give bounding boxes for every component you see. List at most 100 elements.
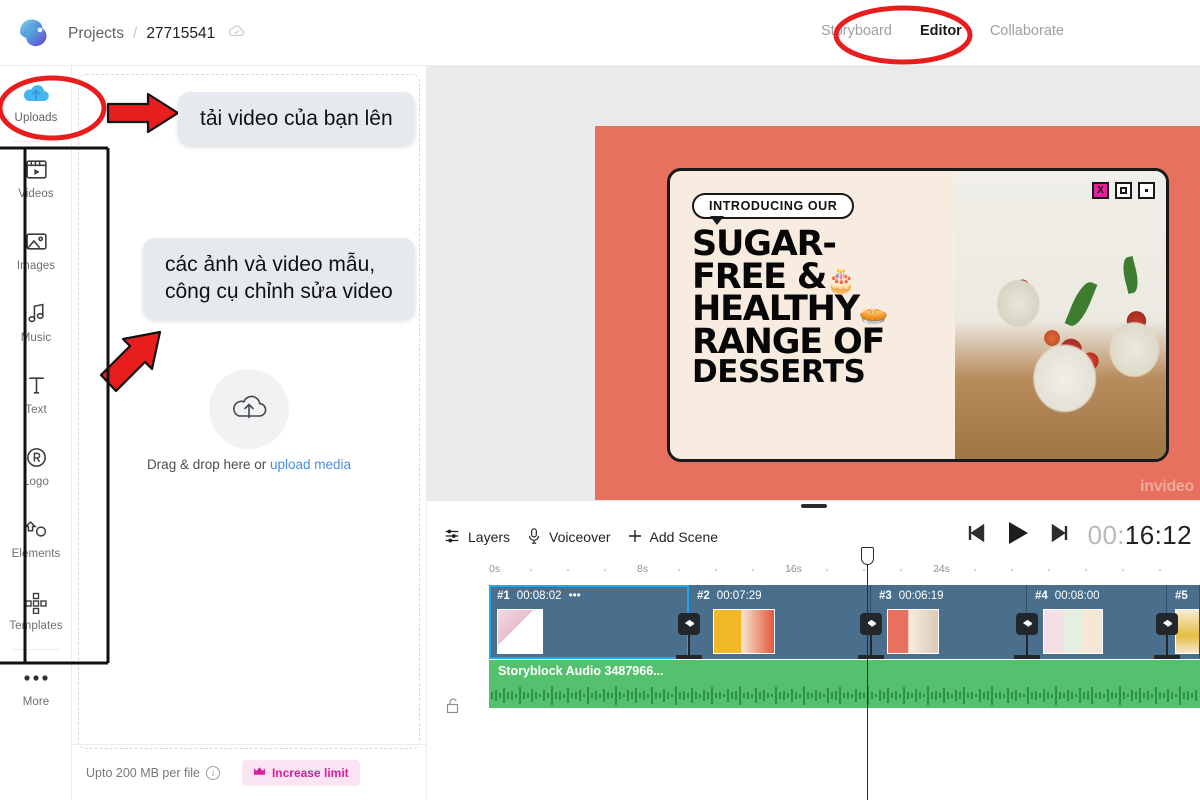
headline-line-5: DESSERTS bbox=[692, 354, 866, 391]
sidebar-item-logo[interactable]: Logo bbox=[0, 430, 72, 502]
sidebar-item-music[interactable]: Music bbox=[0, 286, 72, 358]
callout-media-tools-text: các ảnh và video mẫu, công cụ chỉnh sửa … bbox=[143, 238, 415, 319]
audio-clip[interactable]: Storyblock Audio 3487966... bbox=[489, 660, 1200, 708]
breadcrumb: Projects / 27715541 bbox=[68, 22, 246, 45]
unlock-icon[interactable] bbox=[445, 697, 460, 719]
app-logo[interactable] bbox=[16, 15, 52, 51]
tab-storyboard[interactable]: Storyboard bbox=[821, 23, 892, 39]
promo-text-column: INTRODUCING OUR SUGAR- FREE &🎂 HEALTHY🥧 … bbox=[670, 171, 955, 459]
transition-stem bbox=[1166, 635, 1168, 655]
clip-index: #4 bbox=[1035, 590, 1048, 602]
sidebar-item-text[interactable]: Text bbox=[0, 358, 72, 430]
ruler-minor-tick bbox=[567, 569, 569, 571]
clip-menu-icon[interactable]: ••• bbox=[569, 590, 581, 602]
timeline-resize-handle[interactable] bbox=[800, 504, 827, 508]
upload-dropzone[interactable]: Drag & drop here or upload media bbox=[78, 74, 420, 749]
close-icon: X bbox=[1092, 182, 1109, 199]
clip-thumbnail bbox=[887, 609, 939, 654]
breadcrumb-projects[interactable]: Projects bbox=[68, 25, 124, 43]
ruler-minor-tick bbox=[789, 569, 791, 571]
upload-media-link[interactable]: upload media bbox=[270, 457, 351, 472]
ruler-tick-16s: 16s bbox=[785, 563, 802, 575]
ruler-minor-tick bbox=[900, 569, 902, 571]
sidebar-item-templates[interactable]: Templates bbox=[0, 574, 72, 646]
skip-previous-icon[interactable] bbox=[966, 523, 986, 547]
timeline-panel: Layers Voiceover Add Scene 00:16:12 0s 1… bbox=[427, 500, 1200, 800]
transition-marker[interactable] bbox=[858, 613, 884, 659]
sidebar-label-templates: Templates bbox=[9, 619, 63, 632]
sidebar-label-images: Images bbox=[16, 259, 56, 272]
text-t-icon bbox=[24, 373, 49, 399]
transport-controls: 00:16:12 bbox=[966, 519, 1192, 552]
clip-label: #2 00:07:29 bbox=[697, 590, 762, 602]
video-preview-canvas[interactable]: INTRODUCING OUR SUGAR- FREE &🎂 HEALTHY🥧 … bbox=[595, 126, 1200, 500]
transition-stem bbox=[1026, 635, 1028, 655]
ruler-minor-tick bbox=[1048, 569, 1050, 571]
transition-base bbox=[676, 655, 702, 659]
sidebar-label-uploads: Uploads bbox=[14, 111, 58, 124]
video-track: #1 00:08:02 ••• #2 00:07:29 #3 00:06:19 … bbox=[489, 585, 1200, 659]
callout-upload-video-text: tải video của bạn lên bbox=[178, 92, 415, 146]
transition-base bbox=[1014, 655, 1040, 659]
promo-headline: SUGAR- FREE &🎂 HEALTHY🥧 RANGE OF DESSERT… bbox=[692, 227, 955, 391]
upload-limit-row: Upto 200 MB per file i bbox=[86, 765, 220, 780]
breadcrumb-separator: / bbox=[133, 24, 138, 42]
voiceover-label: Voiceover bbox=[549, 529, 611, 545]
breadcrumb-project-id[interactable]: 27715541 bbox=[146, 25, 215, 43]
music-note-icon bbox=[24, 301, 49, 327]
uploads-footer: Upto 200 MB per file i Increase limit bbox=[72, 744, 427, 800]
ruler-minor-tick bbox=[678, 569, 680, 571]
layers-button[interactable]: Layers bbox=[443, 527, 510, 548]
transition-marker[interactable] bbox=[1154, 613, 1180, 659]
tab-editor[interactable]: Editor bbox=[920, 23, 962, 39]
tab-collaborate[interactable]: Collaborate bbox=[990, 23, 1064, 39]
sidebar-label-logo: Logo bbox=[23, 475, 49, 488]
ruler-minor-tick bbox=[715, 569, 717, 571]
sidebar-item-videos[interactable]: Videos bbox=[0, 142, 72, 214]
add-scene-button[interactable]: Add Scene bbox=[627, 528, 718, 547]
voiceover-button[interactable]: Voiceover bbox=[526, 527, 611, 548]
layers-label: Layers bbox=[468, 529, 511, 545]
timeline-playhead[interactable] bbox=[861, 547, 874, 800]
clip-index: #3 bbox=[879, 590, 892, 602]
transition-base bbox=[858, 655, 884, 659]
play-icon[interactable] bbox=[1004, 519, 1032, 552]
timeline-clip[interactable]: #4 00:08:00 bbox=[1027, 585, 1167, 659]
timeline-toolbar: Layers Voiceover Add Scene 00:16:12 bbox=[427, 515, 1200, 559]
increase-limit-button[interactable]: Increase limit bbox=[241, 759, 360, 786]
transition-stem bbox=[688, 635, 690, 655]
shapes-icon bbox=[23, 517, 49, 543]
clip-index: #1 bbox=[497, 590, 510, 602]
transition-marker[interactable] bbox=[676, 613, 702, 659]
audio-clip-title: Storyblock Audio 3487966... bbox=[498, 664, 664, 678]
skip-next-icon[interactable] bbox=[1050, 523, 1070, 547]
maximize-icon bbox=[1115, 182, 1132, 199]
window-control-buttons: X bbox=[1092, 182, 1155, 199]
sidebar-item-more[interactable]: More bbox=[0, 650, 72, 722]
cloud-check-icon bbox=[228, 22, 246, 45]
ruler-minor-tick bbox=[1122, 569, 1124, 571]
clip-duration: 00:07:29 bbox=[716, 590, 762, 602]
timeline-clip[interactable]: #1 00:08:02 ••• bbox=[489, 585, 689, 659]
left-sidebar: Uploads Videos Images Music Text Logo El… bbox=[0, 66, 72, 800]
clip-label: #1 00:08:02 ••• bbox=[497, 590, 581, 602]
clip-index: #2 bbox=[697, 590, 710, 602]
playhead-handle[interactable] bbox=[861, 547, 874, 565]
transition-marker[interactable] bbox=[1014, 613, 1040, 659]
sidebar-item-elements[interactable]: Elements bbox=[0, 502, 72, 574]
timeline-clip[interactable]: #2 00:07:29 bbox=[689, 585, 871, 659]
microphone-icon bbox=[526, 527, 542, 548]
sidebar-item-images[interactable]: Images bbox=[0, 214, 72, 286]
timeline-clip[interactable]: #3 00:06:19 bbox=[871, 585, 1027, 659]
timeline-tracks: #1 00:08:02 ••• #2 00:07:29 #3 00:06:19 … bbox=[489, 585, 1200, 708]
sidebar-label-music: Music bbox=[20, 331, 52, 344]
timecode-display: 00:16:12 bbox=[1088, 520, 1192, 551]
transition-diamond-icon bbox=[860, 613, 882, 635]
upload-limit-text: Upto 200 MB per file bbox=[86, 765, 200, 780]
info-icon[interactable]: i bbox=[205, 765, 220, 780]
timeline-ruler[interactable]: 0s 8s 16s 24s bbox=[489, 559, 1200, 581]
headline-line-3: HEALTHY🥧 bbox=[692, 292, 955, 327]
ruler-tick-24s: 24s bbox=[933, 563, 950, 575]
sidebar-item-uploads[interactable]: Uploads bbox=[0, 66, 72, 138]
clip-duration: 00:06:19 bbox=[898, 590, 944, 602]
